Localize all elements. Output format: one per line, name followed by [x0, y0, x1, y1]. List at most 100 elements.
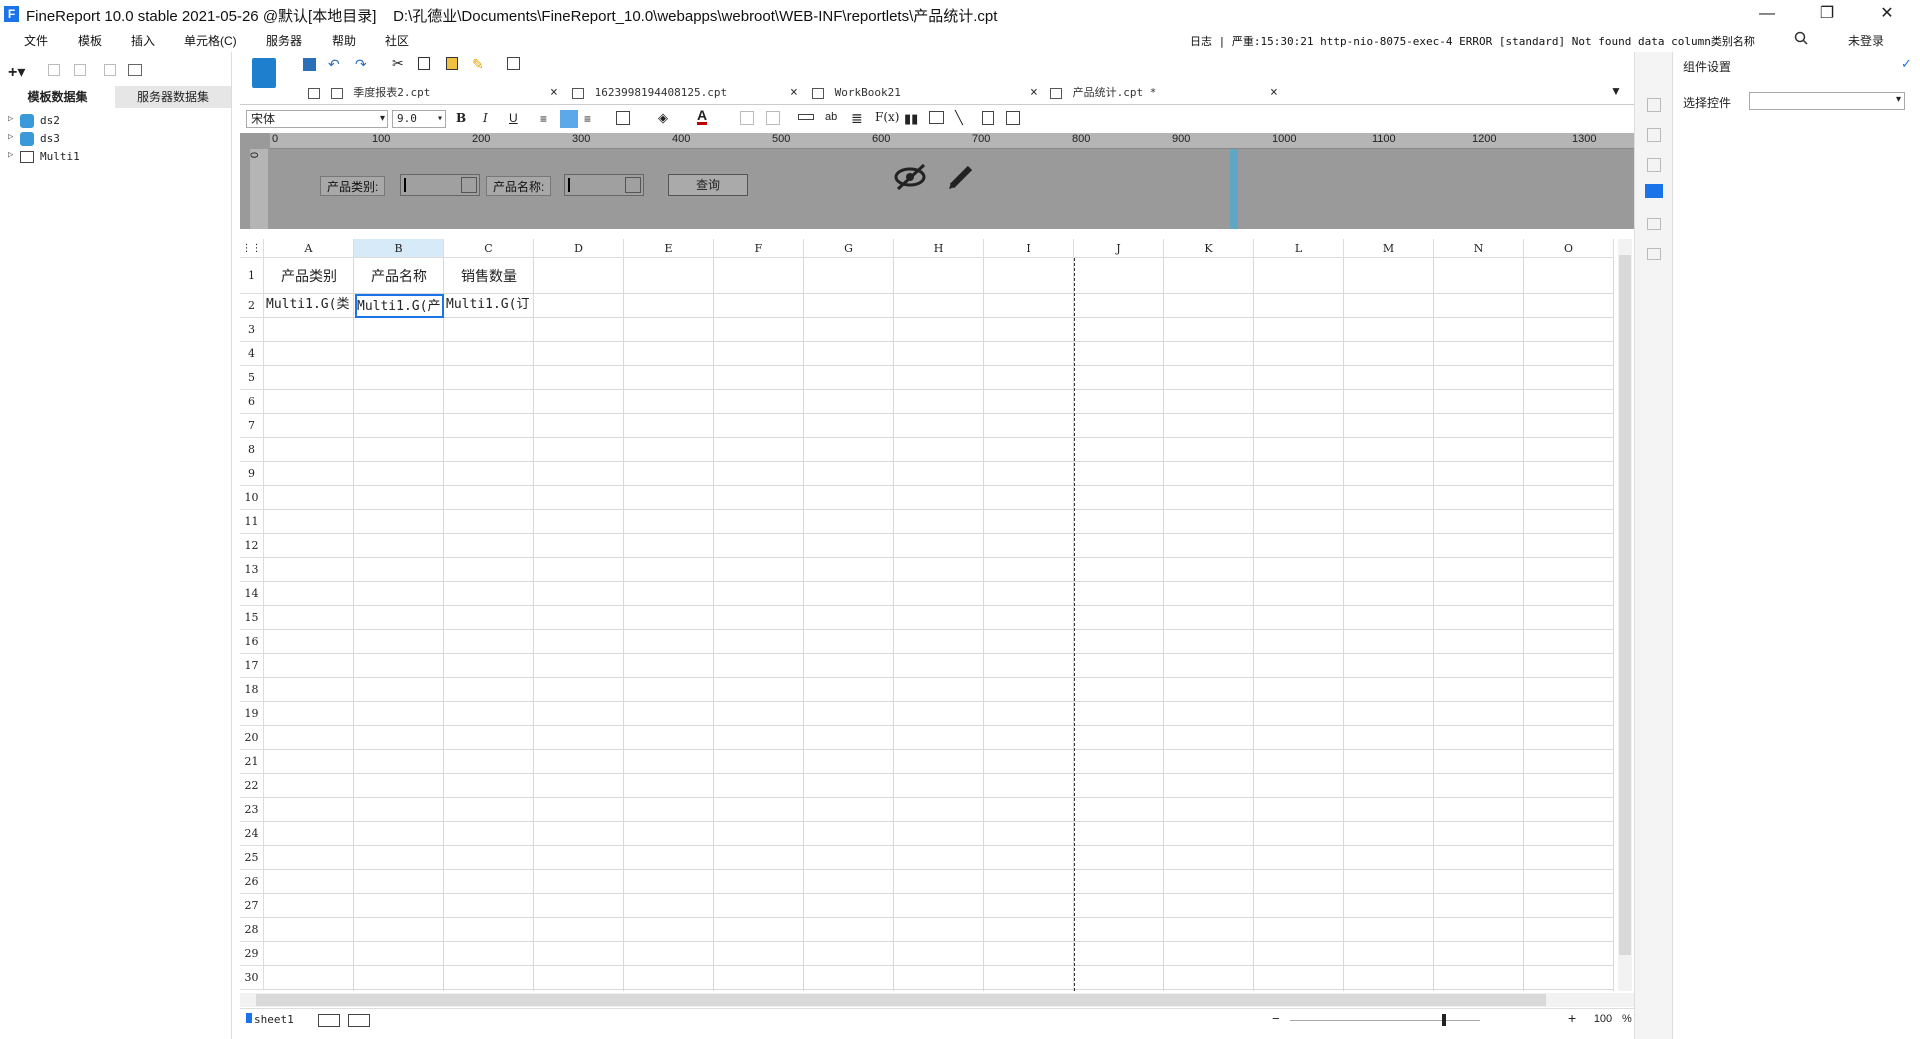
- expand-arrow-icon[interactable]: ▷: [8, 150, 13, 160]
- pencil-icon[interactable]: [946, 162, 976, 192]
- column-header-F[interactable]: F: [714, 239, 804, 258]
- scrollbar-thumb[interactable]: [1619, 255, 1631, 955]
- image-icon[interactable]: [929, 111, 944, 124]
- edit-icon[interactable]: [48, 64, 60, 76]
- column-header-I[interactable]: I: [984, 239, 1074, 258]
- hyperlink-icon[interactable]: [1647, 248, 1661, 260]
- tab-workbook21[interactable]: WorkBook21 ×: [812, 82, 1044, 104]
- underline-icon[interactable]: U: [509, 111, 518, 125]
- add-report-sheet-icon[interactable]: [318, 1014, 340, 1027]
- row-header-30[interactable]: 30: [240, 966, 264, 990]
- tab-menu-icon[interactable]: ▼: [1610, 84, 1622, 98]
- cell-B1[interactable]: 产品名称: [354, 258, 444, 294]
- column-header-A[interactable]: A: [264, 239, 354, 258]
- cell-B2-selected[interactable]: Multi1.G(产: [355, 294, 444, 318]
- align-left-icon[interactable]: ≡: [540, 112, 547, 126]
- column-header-N[interactable]: N: [1434, 239, 1524, 258]
- align-center-icon[interactable]: [560, 110, 578, 128]
- chart-icon[interactable]: ▮▮: [904, 111, 918, 127]
- panel-resize-handle[interactable]: [1230, 149, 1238, 229]
- cell-C2[interactable]: Multi1.G(订: [446, 295, 534, 317]
- cell-attributes-icon[interactable]: [1647, 98, 1661, 112]
- hide-eye-icon[interactable]: [894, 162, 930, 192]
- zoom-value[interactable]: 100: [1588, 1013, 1618, 1025]
- row-header-14[interactable]: 14: [240, 582, 264, 606]
- menu-insert[interactable]: 插入: [131, 32, 155, 49]
- cell-C1[interactable]: 销售数量: [444, 258, 534, 294]
- login-button[interactable]: 未登录: [1848, 32, 1884, 49]
- widget-settings-icon[interactable]: [1645, 184, 1663, 198]
- align-right-icon[interactable]: ≡: [584, 112, 591, 126]
- bold-icon[interactable]: B: [456, 111, 466, 125]
- close-icon[interactable]: ×: [790, 82, 798, 104]
- column-header-E[interactable]: E: [624, 239, 714, 258]
- cell-A1[interactable]: 产品类别: [264, 258, 354, 294]
- menu-cell[interactable]: 单元格(C): [184, 32, 237, 49]
- row-header-26[interactable]: 26: [240, 870, 264, 894]
- formula-icon[interactable]: F(x): [875, 110, 899, 124]
- cut-icon[interactable]: ✂: [392, 55, 404, 72]
- select-all-corner[interactable]: ⋮⋮: [240, 239, 264, 258]
- zoom-slider-thumb[interactable]: [1442, 1014, 1446, 1026]
- row-header-29[interactable]: 29: [240, 942, 264, 966]
- expand-arrow-icon[interactable]: ▷: [8, 132, 13, 142]
- row-header-20[interactable]: 20: [240, 726, 264, 750]
- expand-arrow-icon[interactable]: ▷: [8, 114, 13, 124]
- column-header-L[interactable]: L: [1254, 239, 1344, 258]
- maximize-button[interactable]: ❐: [1798, 0, 1856, 28]
- menu-help[interactable]: 帮助: [332, 32, 356, 49]
- row-header-22[interactable]: 22: [240, 774, 264, 798]
- close-button[interactable]: ✕: [1858, 0, 1916, 28]
- row-header-17[interactable]: 17: [240, 654, 264, 678]
- row-header-21[interactable]: 21: [240, 750, 264, 774]
- add-form-sheet-icon[interactable]: [348, 1014, 370, 1027]
- product-name-combo[interactable]: [564, 174, 644, 196]
- column-header-J[interactable]: J: [1074, 239, 1164, 258]
- row-header-12[interactable]: 12: [240, 534, 264, 558]
- paste-icon[interactable]: [446, 57, 458, 70]
- dataset-icon[interactable]: [128, 64, 142, 76]
- condition-attributes-icon[interactable]: [1647, 218, 1661, 230]
- cell-A2[interactable]: Multi1.G(类: [266, 295, 354, 317]
- preview-icon[interactable]: [104, 64, 116, 76]
- row-header-19[interactable]: 19: [240, 702, 264, 726]
- zoom-out-button[interactable]: −: [1272, 1011, 1280, 1026]
- column-header-C[interactable]: C: [444, 239, 534, 258]
- font-size-select[interactable]: 9.0 ▾: [392, 110, 446, 128]
- cell-element-icon[interactable]: [1647, 158, 1661, 172]
- tab-template-datasets[interactable]: 模板数据集: [0, 86, 115, 108]
- dropdown-icon[interactable]: [625, 177, 641, 193]
- row-header-2[interactable]: 2: [240, 294, 264, 318]
- scrollbar-thumb[interactable]: [256, 994, 1546, 1006]
- dropdown-icon[interactable]: [461, 177, 477, 193]
- fill-color-icon[interactable]: ◈: [658, 110, 668, 126]
- rich-text-icon[interactable]: ≣: [851, 110, 863, 127]
- row-header-1[interactable]: 1: [240, 258, 264, 294]
- row-header-23[interactable]: 23: [240, 798, 264, 822]
- italic-icon[interactable]: I: [483, 111, 488, 125]
- font-family-select[interactable]: 宋体 ▾: [246, 110, 388, 128]
- add-dataset-icon[interactable]: +▾: [8, 62, 25, 82]
- row-header-6[interactable]: 6: [240, 390, 264, 414]
- unmerge-cell-icon[interactable]: [766, 111, 780, 125]
- close-icon[interactable]: ×: [550, 82, 558, 104]
- query-button[interactable]: 查询: [668, 174, 748, 196]
- format-brush-icon[interactable]: ✎: [472, 56, 484, 73]
- zoom-slider[interactable]: [1290, 1020, 1480, 1021]
- horizontal-scrollbar[interactable]: [240, 993, 1634, 1007]
- row-header-16[interactable]: 16: [240, 630, 264, 654]
- row-header-15[interactable]: 15: [240, 606, 264, 630]
- row-header-24[interactable]: 24: [240, 822, 264, 846]
- row-header-5[interactable]: 5: [240, 366, 264, 390]
- save-icon[interactable]: [303, 58, 316, 71]
- minimize-button[interactable]: —: [1738, 0, 1796, 28]
- vertical-scrollbar[interactable]: [1618, 239, 1632, 991]
- zoom-in-button[interactable]: +: [1568, 1010, 1576, 1026]
- insert-text-icon[interactable]: [798, 114, 814, 120]
- column-header-H[interactable]: H: [894, 239, 984, 258]
- subreport-icon[interactable]: [982, 111, 994, 125]
- row-header-13[interactable]: 13: [240, 558, 264, 582]
- undo-icon[interactable]: ↶: [328, 56, 340, 73]
- row-header-10[interactable]: 10: [240, 486, 264, 510]
- text-icon[interactable]: ab: [825, 111, 837, 123]
